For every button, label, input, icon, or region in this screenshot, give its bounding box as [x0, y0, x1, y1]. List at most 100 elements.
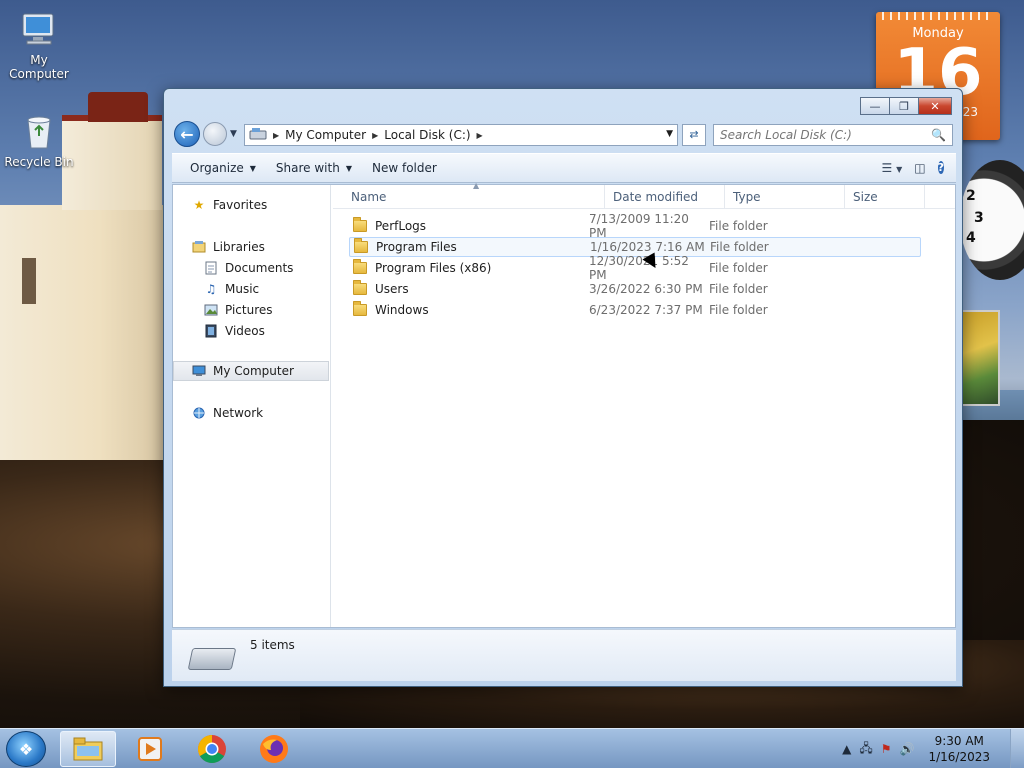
- show-hidden-icons-button[interactable]: ▲: [842, 742, 851, 756]
- chevron-down-icon: ▼: [896, 165, 903, 174]
- star-icon: ★: [193, 198, 205, 212]
- file-row-program-files-x86[interactable]: Program Files (x86) 12/30/2021 5:52 PM F…: [349, 254, 921, 282]
- forward-button[interactable]: [203, 122, 227, 146]
- breadcrumb-separator-icon[interactable]: ▶: [477, 131, 483, 140]
- taskbar-firefox[interactable]: [246, 731, 302, 767]
- help-button[interactable]: ?: [937, 159, 944, 177]
- network-status-icon[interactable]: 🖧: [859, 739, 872, 760]
- organize-button[interactable]: Organize ▼: [180, 161, 266, 175]
- clock-numeral: 3: [974, 210, 984, 226]
- nav-item-documents[interactable]: Documents: [173, 258, 329, 278]
- file-row-users[interactable]: Users 3/26/2022 6:30 PM File folder: [349, 279, 921, 299]
- organize-label: Organize: [190, 161, 244, 175]
- desktop-icon-my-computer[interactable]: My Computer: [0, 10, 78, 81]
- column-type[interactable]: Type: [725, 185, 845, 209]
- nav-item-pictures[interactable]: Pictures: [173, 300, 329, 320]
- desktop-icon-recycle-bin[interactable]: Recycle Bin: [0, 112, 78, 169]
- taskbar: ❖ ▲ 🖧 ⚑ 🔊 9:30 AM 1/16/2023: [0, 728, 1024, 768]
- details-pane: 5 items: [172, 629, 956, 681]
- navigation-bar: ← ▼ ▶ My Computer ▶ Local Disk (C:) ▶ ▼ …: [172, 121, 956, 149]
- libraries-icon: [191, 239, 207, 255]
- file-row-perflogs[interactable]: PerfLogs 7/13/2009 11:20 PM File folder: [349, 212, 921, 240]
- slideshow-gadget[interactable]: [960, 310, 1000, 406]
- column-date-modified[interactable]: Date modified: [605, 185, 725, 209]
- chevron-down-icon: ▼: [249, 163, 256, 173]
- column-size[interactable]: Size: [845, 185, 925, 209]
- system-tray: ▲ 🖧 ⚑ 🔊 9:30 AM 1/16/2023: [838, 729, 1024, 768]
- maximize-button[interactable]: ❐: [889, 97, 919, 115]
- content-area: ★ Favorites Libraries Documents ♫ Music …: [172, 181, 956, 628]
- computer-icon: [191, 363, 207, 379]
- column-name[interactable]: Name: [343, 185, 605, 209]
- search-input[interactable]: [714, 125, 924, 145]
- minimize-icon: —: [869, 99, 881, 113]
- taskbar-chrome[interactable]: [184, 731, 240, 767]
- action-center-icon[interactable]: ⚑: [881, 742, 892, 756]
- breadcrumb-separator-icon[interactable]: ▶: [372, 131, 378, 140]
- breadcrumb-my-computer[interactable]: My Computer: [285, 128, 366, 142]
- clock-gadget[interactable]: 2 3 4: [960, 160, 1024, 280]
- command-bar: Organize ▼ Share with ▼ New folder ☰ ▼ ◫…: [172, 153, 956, 183]
- taskbar-explorer[interactable]: [60, 731, 116, 767]
- minimize-button[interactable]: —: [860, 97, 890, 115]
- file-name: Windows: [375, 303, 429, 317]
- file-date: 6/23/2022 7:37 PM: [589, 303, 703, 317]
- share-with-button[interactable]: Share with ▼: [266, 161, 362, 175]
- refresh-button[interactable]: ⇄: [682, 124, 706, 146]
- file-name: Program Files: [376, 240, 457, 254]
- file-date: 1/16/2023 7:16 AM: [590, 240, 705, 254]
- taskbar-media-player[interactable]: [122, 731, 178, 767]
- nav-item-favorites[interactable]: ★ Favorites: [173, 195, 329, 215]
- share-with-label: Share with: [275, 161, 340, 175]
- details-view-icon: ☰: [881, 161, 893, 175]
- address-bar[interactable]: ▶ My Computer ▶ Local Disk (C:) ▶ ▼: [244, 124, 678, 146]
- file-date: 7/13/2009 11:20 PM: [589, 212, 689, 240]
- back-button[interactable]: ←: [174, 121, 200, 147]
- pictures-icon: [203, 302, 219, 318]
- nav-item-network[interactable]: Network: [173, 403, 329, 423]
- caption-buttons: — ❐ ✕: [860, 97, 952, 115]
- lighthouse-wall: [0, 205, 165, 460]
- change-view-button[interactable]: ☰ ▼: [882, 161, 903, 175]
- folder-icon: [353, 259, 367, 274]
- clock-time: 9:30 AM: [934, 734, 984, 748]
- folder-icon: [353, 280, 367, 295]
- close-button[interactable]: ✕: [918, 97, 952, 115]
- show-desktop-button[interactable]: [1010, 729, 1024, 768]
- nav-item-label: Documents: [225, 261, 294, 275]
- calendar-rings: [882, 12, 994, 20]
- file-type: File folder: [710, 240, 769, 254]
- file-name: Users: [375, 282, 409, 296]
- clock-date: 1/16/2023: [928, 750, 990, 764]
- file-row-windows[interactable]: Windows 6/23/2022 7:37 PM File folder: [349, 300, 921, 320]
- taskbar-clock[interactable]: 9:30 AM 1/16/2023: [928, 733, 990, 765]
- chrome-icon: [198, 735, 226, 763]
- lighthouse-window: [22, 258, 36, 304]
- recent-pages-button[interactable]: ▼: [230, 129, 237, 139]
- breadcrumb-local-disk[interactable]: Local Disk (C:): [384, 128, 470, 142]
- nav-item-music[interactable]: ♫ Music: [173, 279, 329, 299]
- file-type: File folder: [709, 261, 768, 275]
- file-name: Program Files (x86): [375, 261, 492, 275]
- documents-icon: [203, 260, 219, 276]
- breadcrumb-separator-icon[interactable]: ▶: [273, 131, 279, 140]
- new-folder-button[interactable]: New folder: [362, 161, 447, 175]
- search-icon[interactable]: 🔍: [931, 128, 946, 142]
- folder-icon: [353, 217, 367, 232]
- preview-pane-button[interactable]: ◫: [914, 161, 925, 175]
- file-list: ▲ Name Date modified Type Size PerfLogs …: [333, 181, 955, 627]
- clock-numeral: 4: [966, 230, 976, 246]
- nav-item-my-computer[interactable]: My Computer: [173, 361, 329, 381]
- nav-item-label: Network: [213, 406, 264, 420]
- address-dropdown-icon[interactable]: ▼: [666, 129, 673, 139]
- windows-logo-icon: ❖: [18, 739, 34, 759]
- file-type: File folder: [709, 303, 768, 317]
- nav-item-videos[interactable]: Videos: [173, 321, 329, 341]
- help-icon: ?: [937, 161, 944, 174]
- media-player-icon: [138, 737, 162, 761]
- folder-icon: [353, 301, 367, 316]
- start-button[interactable]: ❖: [6, 731, 46, 767]
- volume-icon[interactable]: 🔊: [900, 742, 915, 756]
- item-count: 5 items: [250, 638, 295, 652]
- nav-item-libraries[interactable]: Libraries: [173, 237, 329, 257]
